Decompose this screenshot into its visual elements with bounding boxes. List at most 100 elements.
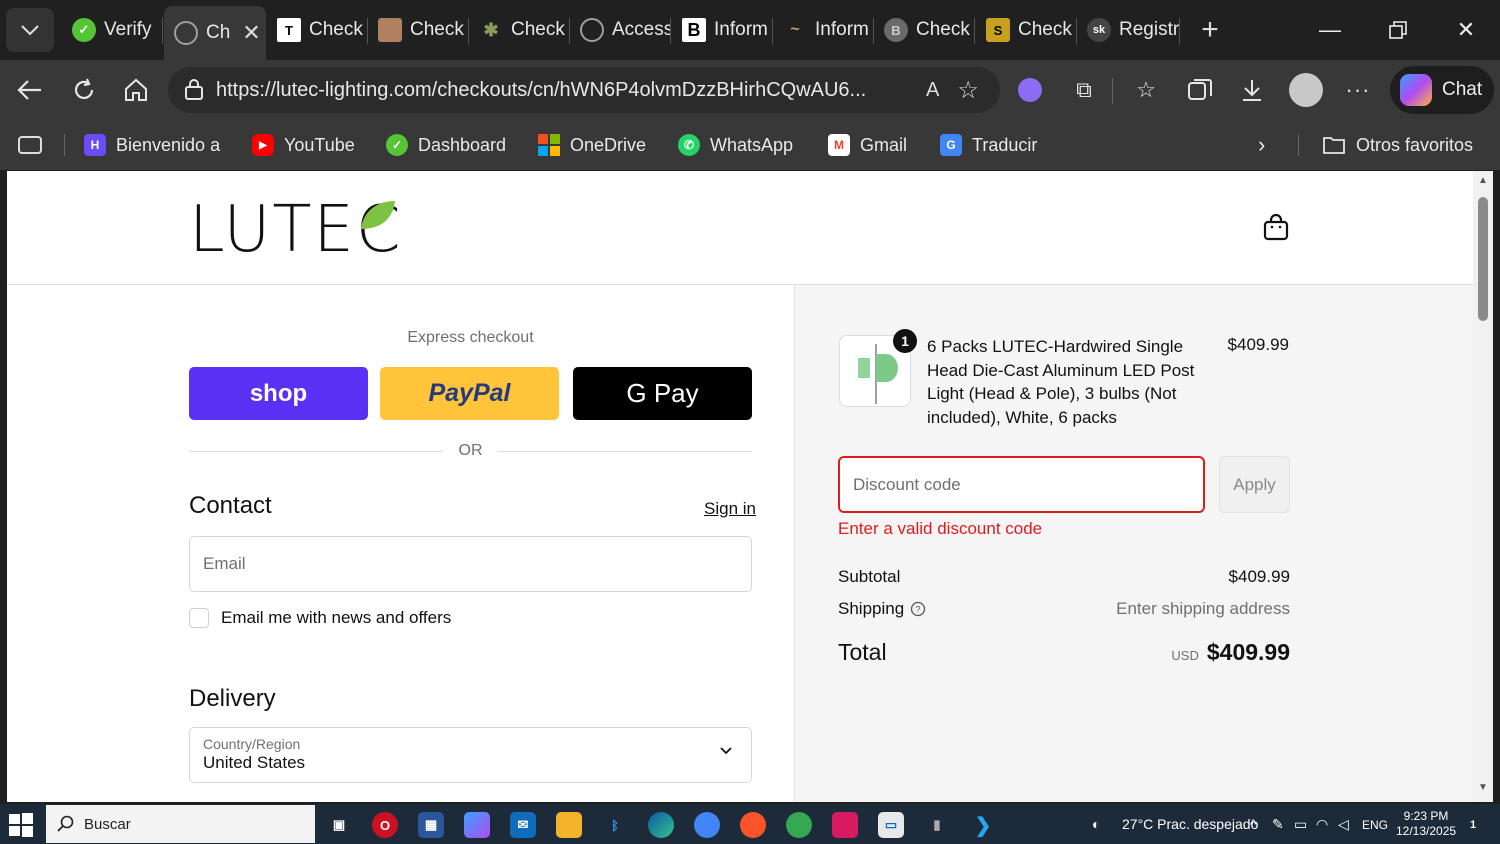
tab-check-3[interactable]: Check (368, 6, 469, 54)
express-checkout-title: Express checkout (407, 329, 534, 346)
brand-s-icon: S (986, 18, 1010, 42)
restore-button[interactable] (1378, 10, 1418, 50)
settings-more-button[interactable]: ··· (1340, 72, 1376, 108)
language-indicator[interactable]: ENG (1362, 818, 1388, 832)
app-icon-dim[interactable]: ▮ (924, 812, 950, 838)
sidebar-toggle-button[interactable] (18, 130, 42, 160)
tab-verify[interactable]: ✓ Verify (62, 6, 163, 54)
calculator-icon[interactable]: ▦ (418, 812, 444, 838)
paypal-button[interactable]: PayPal (380, 367, 559, 420)
profile-button[interactable] (1288, 72, 1324, 108)
discount-code-field[interactable] (838, 456, 1205, 513)
google-pay-button[interactable]: G Pay (573, 367, 752, 420)
site-info-icon[interactable] (184, 79, 204, 101)
bookmark-dashboard[interactable]: ✓ Dashboard (386, 130, 506, 160)
chevron-up-icon[interactable]: ^ (1250, 816, 1257, 832)
pen-icon[interactable]: ✎ (1272, 816, 1284, 833)
newsletter-checkbox[interactable] (189, 608, 209, 628)
shop-pay-button[interactable]: shop (189, 367, 368, 420)
tab-actions-menu-button[interactable] (6, 8, 54, 52)
vscode-icon[interactable]: ❯ (970, 812, 996, 838)
scrollbar-thumb[interactable] (1478, 197, 1488, 321)
reload-button[interactable] (66, 72, 102, 108)
bookmark-gmail[interactable]: M Gmail (828, 130, 907, 160)
country-value: United States (203, 753, 306, 772)
file-explorer-icon[interactable] (556, 812, 582, 838)
notification-bell-icon[interactable]: 1 (1460, 812, 1486, 838)
bluetooth-icon[interactable]: ᛒ (602, 812, 628, 838)
url-text[interactable]: https://lutec-lighting.com/checkouts/cn/… (216, 79, 906, 102)
newsletter-option[interactable]: Email me with news and offers (189, 608, 451, 628)
tab-checkout-active[interactable]: Ch ✕ (164, 6, 266, 60)
collections-button[interactable] (1182, 72, 1218, 108)
download-icon (1243, 80, 1261, 101)
outlook-icon[interactable]: ✉ (510, 812, 536, 838)
bookmark-onedrive[interactable]: OneDrive (538, 130, 646, 160)
windows-taskbar: Buscar ▣ O ▦ ✉ ᛒ ▭ ▮ ❯ ◐ 27°C Prac. desp… (0, 804, 1500, 844)
app-icon[interactable] (832, 812, 858, 838)
copilot-app-icon[interactable] (464, 812, 490, 838)
tab-registr[interactable]: sk Registr (1077, 6, 1180, 54)
shopping-bag-icon[interactable] (1263, 213, 1289, 241)
home-button[interactable] (118, 72, 154, 108)
brave-icon[interactable] (740, 812, 766, 838)
bookmark-bienvenido[interactable]: H Bienvenido a (84, 130, 220, 160)
bookmark-traducir[interactable]: G Traducir (940, 130, 1037, 160)
close-tab-icon[interactable]: ✕ (242, 20, 260, 46)
shipping-label: Shipping (838, 599, 905, 618)
favorite-star-icon[interactable]: ☆ (957, 76, 979, 105)
bookmark-youtube[interactable]: ▶ YouTube (252, 130, 355, 160)
system-clock[interactable]: 9:23 PM 12/13/2025 (1396, 809, 1456, 839)
new-tab-button[interactable]: + (1192, 10, 1228, 50)
shipping-label-group: Shipping ? (838, 599, 926, 619)
contact-heading: Contact (189, 492, 272, 519)
copilot-chat-button[interactable]: Chat (1390, 66, 1494, 114)
remote-desktop-icon[interactable]: ▭ (878, 812, 904, 838)
chrome-profile-icon[interactable] (694, 812, 720, 838)
address-bar[interactable]: https://lutec-lighting.com/checkouts/cn/… (168, 67, 1000, 113)
wifi-icon[interactable]: ◠ (1316, 816, 1328, 833)
back-button[interactable] (12, 72, 48, 108)
read-aloud-icon[interactable]: A (926, 79, 939, 102)
home-icon (125, 78, 147, 101)
favorites-button[interactable]: ☆ (1128, 72, 1164, 108)
task-view-icon[interactable]: ▣ (326, 812, 352, 838)
tab-check-6[interactable]: S Check (976, 6, 1077, 54)
tab-check-4[interactable]: ✱ Check (469, 6, 570, 54)
tab-label: Access (612, 19, 671, 40)
tab-inform-2[interactable]: ~ Inform (773, 6, 874, 54)
page-scrollbar[interactable]: ▲ ▼ (1473, 171, 1493, 802)
tab-access[interactable]: Access (570, 6, 671, 54)
weather-text[interactable]: 27°C Prac. despejado (1122, 816, 1258, 832)
lutec-logo[interactable]: LUTEC (189, 193, 401, 267)
quantity-badge: 1 (893, 329, 917, 353)
bookmark-whatsapp[interactable]: ✆ WhatsApp (678, 130, 793, 160)
scroll-down-icon[interactable]: ▼ (1477, 782, 1489, 794)
discount-code-input[interactable] (840, 458, 1203, 511)
volume-icon[interactable]: ◁ (1338, 816, 1349, 833)
opera-icon[interactable]: O (372, 812, 398, 838)
email-input[interactable] (190, 537, 751, 591)
country-region-select[interactable]: Country/Region United States (189, 727, 752, 783)
weather-icon[interactable]: ◐ (1092, 816, 1100, 832)
extensions-button[interactable]: ⧉ (1066, 72, 1102, 108)
chrome-icon[interactable] (786, 812, 812, 838)
taskbar-search[interactable]: Buscar (46, 805, 315, 843)
email-field[interactable] (189, 536, 752, 592)
copilot-extension-button[interactable] (1012, 72, 1048, 108)
help-circle-icon[interactable]: ? (910, 601, 926, 617)
more-bookmarks-button[interactable]: › (1258, 130, 1265, 160)
sign-in-link[interactable]: Sign in (704, 499, 756, 519)
windows-start-icon[interactable] (8, 812, 34, 838)
downloads-button[interactable] (1234, 72, 1270, 108)
minimize-button[interactable]: — (1310, 10, 1350, 50)
battery-icon[interactable]: ▭ (1294, 816, 1307, 833)
edge-icon[interactable] (648, 812, 674, 838)
other-favorites-folder[interactable]: Otros favoritos (1322, 130, 1473, 160)
close-window-button[interactable]: ✕ (1446, 10, 1486, 50)
tab-check-5[interactable]: B Check (874, 6, 975, 54)
scroll-up-icon[interactable]: ▲ (1477, 175, 1489, 187)
tab-inform-1[interactable]: B Inform (672, 6, 773, 54)
tab-check-2[interactable]: T Check (267, 6, 368, 54)
apply-discount-button[interactable]: Apply (1219, 456, 1290, 513)
